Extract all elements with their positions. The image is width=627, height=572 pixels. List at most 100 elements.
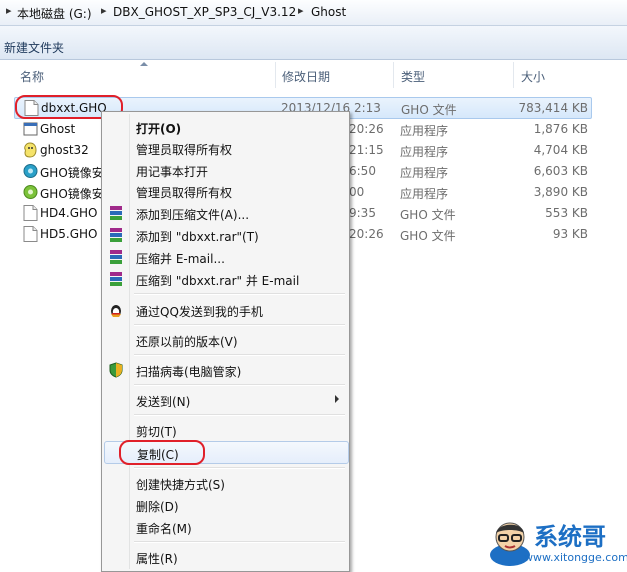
document-icon: [23, 205, 38, 221]
qq-penguin-icon: [111, 305, 121, 317]
column-divider[interactable]: [275, 62, 276, 88]
file-date: 20:26: [349, 227, 384, 241]
file-type: GHO 文件: [400, 229, 456, 243]
file-name[interactable]: HD4.GHO: [40, 206, 97, 220]
submenu-arrow-icon: [335, 395, 339, 403]
menu-separator: [134, 541, 345, 543]
new-folder-button[interactable]: 新建文件夹: [4, 39, 64, 56]
file-size: 783,414 KB: [518, 101, 588, 115]
column-header-date[interactable]: 修改日期: [282, 68, 330, 85]
menu-item-label: 通过QQ发送到我的手机: [136, 305, 263, 319]
file-name[interactable]: GHO镜像安: [40, 185, 104, 202]
menu-item-label: 压缩并 E-mail...: [136, 252, 225, 266]
breadcrumb-drive[interactable]: 本地磁盘 (G:): [17, 5, 92, 22]
ghost-app-icon: [23, 122, 38, 136]
menu-item-label: 用记事本打开: [136, 165, 209, 179]
file-size: 4,704 KB: [533, 143, 588, 157]
file-size: 553 KB: [545, 206, 588, 220]
file-type: 应用程序: [400, 166, 449, 180]
file-size: 93 KB: [552, 227, 588, 241]
installer-icon: [23, 164, 38, 178]
context-menu: 打开(O) 管理员取得所有权 用记事本打开 管理员取得所有权 添加到压缩文件(A…: [101, 111, 350, 572]
file-type: 应用程序: [400, 145, 449, 159]
highlight-oval: [119, 440, 205, 465]
winrar-icon: [110, 272, 122, 286]
file-size: 3,890 KB: [533, 185, 588, 199]
menu-item-compress-rar-email[interactable]: 压缩到 "dbxxt.rar" 并 E-mail: [104, 268, 347, 289]
menu-item-label: 剪切(T): [136, 425, 177, 439]
watermark-brand: 系统哥: [534, 523, 606, 551]
menu-item-admin-owner[interactable]: 管理员取得所有权: [104, 137, 347, 158]
menu-item-label: 压缩到 "dbxxt.rar" 并 E-mail: [136, 274, 300, 288]
watermark-logo: 系统哥 www.xitongge.com: [486, 513, 627, 569]
file-date: 20:26: [349, 122, 384, 136]
column-divider[interactable]: [393, 62, 394, 88]
menu-separator: [134, 354, 345, 356]
ghost32-app-icon: [24, 142, 37, 158]
menu-item-add-rar[interactable]: 添加到 "dbxxt.rar"(T): [104, 224, 347, 245]
breadcrumb-current[interactable]: Ghost: [311, 5, 346, 19]
file-name[interactable]: HD5.GHO: [40, 227, 97, 241]
menu-item-restore[interactable]: 还原以前的版本(V): [104, 329, 347, 350]
command-bar: 新建文件夹: [0, 26, 627, 60]
winrar-icon: [110, 228, 122, 242]
menu-item-send-to[interactable]: 发送到(N): [104, 389, 347, 410]
breadcrumb-folder[interactable]: DBX_GHOST_XP_SP3_CJ_V3.12: [113, 5, 296, 19]
file-name[interactable]: Ghost: [40, 122, 75, 136]
file-size: 6,603 KB: [533, 164, 588, 178]
menu-item-qq-send[interactable]: 通过QQ发送到我的手机: [104, 299, 347, 320]
column-header-name[interactable]: 名称: [20, 68, 44, 85]
menu-item-label: 添加到压缩文件(A)...: [136, 208, 250, 222]
menu-item-properties[interactable]: 属性(R): [104, 546, 347, 567]
menu-item-label: 管理员取得所有权: [136, 143, 233, 157]
menu-separator: [134, 467, 345, 469]
file-date: 9:35: [349, 206, 376, 220]
menu-item-cut[interactable]: 剪切(T): [104, 419, 347, 440]
menu-item-label: 发送到(N): [136, 395, 191, 409]
sort-ascending-icon: [140, 62, 148, 66]
winrar-icon: [110, 206, 122, 220]
file-size: 1,876 KB: [533, 122, 588, 136]
breadcrumb-arrow-icon[interactable]: ▸: [298, 4, 304, 17]
file-name[interactable]: ghost32: [40, 143, 89, 157]
menu-item-open[interactable]: 打开(O): [104, 116, 347, 137]
address-bar[interactable]: ▸ 本地磁盘 (G:) ▸ DBX_GHOST_XP_SP3_CJ_V3.12 …: [0, 0, 627, 26]
menu-separator: [134, 414, 345, 416]
file-date: 21:15: [349, 143, 384, 157]
file-type: GHO 文件: [401, 103, 457, 117]
winrar-icon: [110, 250, 122, 264]
menu-item-open-notepad[interactable]: 用记事本打开: [104, 159, 347, 180]
menu-item-compress-email[interactable]: 压缩并 E-mail...: [104, 246, 347, 267]
breadcrumb-arrow-icon[interactable]: ▸: [6, 4, 12, 17]
menu-item-admin-owner-2[interactable]: 管理员取得所有权: [104, 180, 347, 201]
menu-item-add-archive[interactable]: 添加到压缩文件(A)...: [104, 202, 347, 223]
file-date: 6:50: [349, 164, 376, 178]
menu-item-label: 添加到 "dbxxt.rar"(T): [136, 230, 259, 244]
menu-item-label: 打开(O): [136, 122, 182, 136]
menu-separator: [134, 384, 345, 386]
menu-item-delete[interactable]: 删除(D): [104, 494, 347, 515]
menu-item-label: 删除(D): [136, 500, 179, 514]
column-header-type[interactable]: 类型: [401, 68, 425, 85]
file-type: GHO 文件: [400, 208, 456, 222]
menu-item-label: 属性(R): [136, 552, 178, 566]
breadcrumb-arrow-icon[interactable]: ▸: [101, 4, 107, 17]
menu-item-label: 扫描病毒(电脑管家): [136, 365, 242, 379]
menu-item-rename[interactable]: 重命名(M): [104, 516, 347, 537]
menu-separator: [134, 293, 345, 295]
file-type: 应用程序: [400, 187, 449, 201]
menu-item-create-shortcut[interactable]: 创建快捷方式(S): [104, 472, 347, 493]
menu-item-label: 还原以前的版本(V): [136, 335, 238, 349]
document-icon: [23, 226, 38, 242]
file-date: 00: [349, 185, 365, 199]
file-name[interactable]: GHO镜像安: [40, 164, 104, 181]
installer-icon: [23, 185, 38, 199]
column-divider[interactable]: [513, 62, 514, 88]
file-type: 应用程序: [400, 124, 449, 138]
menu-item-label: 重命名(M): [136, 522, 192, 536]
shield-icon: [109, 362, 123, 378]
column-header-size[interactable]: 大小: [521, 68, 545, 85]
menu-item-scan[interactable]: 扫描病毒(电脑管家): [104, 359, 347, 380]
menu-separator: [134, 324, 345, 326]
menu-item-label: 管理员取得所有权: [136, 186, 233, 200]
